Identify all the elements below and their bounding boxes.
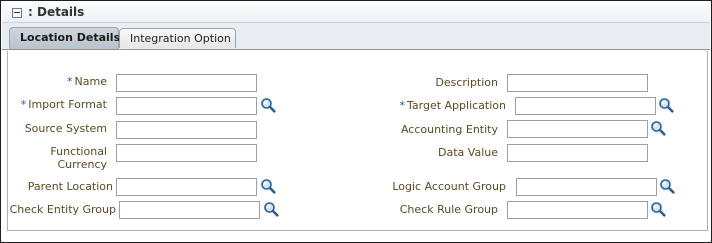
target-application-label: * Target Application — [399, 99, 507, 112]
tab-location-details[interactable]: Location Details — [9, 27, 120, 49]
check-entity-group-label: Check Entity Group — [9, 203, 116, 216]
location-details-form: * Name * Import Format Source System Funct… — [7, 51, 708, 231]
panel-title: : Details — [28, 5, 85, 19]
target-application-input[interactable] — [515, 97, 656, 115]
details-panel: : Details Location Details Integration O… — [0, 0, 712, 243]
description-label: Description — [435, 76, 498, 89]
parent-location-label: Parent Location — [27, 180, 113, 193]
minus-box-icon[interactable] — [12, 8, 22, 18]
import-format-label: * Import Format — [20, 98, 107, 111]
search-icon[interactable] — [650, 201, 666, 217]
name-label: * Name — [67, 75, 107, 88]
accounting-entity-input[interactable] — [507, 120, 648, 138]
source-system-label: Source System — [24, 122, 107, 135]
required-asterisk: * — [20, 98, 27, 111]
search-icon[interactable] — [658, 97, 674, 113]
tab-integration-option[interactable]: Integration Option — [119, 28, 236, 48]
search-icon[interactable] — [263, 201, 279, 217]
search-icon[interactable] — [659, 178, 675, 194]
check-rule-group-input[interactable] — [507, 201, 648, 219]
tab-bar: Location Details Integration Option — [2, 23, 710, 50]
check-rule-group-label: Check Rule Group — [399, 203, 498, 216]
parent-location-input[interactable] — [116, 178, 257, 196]
name-input[interactable] — [116, 74, 257, 92]
required-asterisk: * — [399, 99, 406, 112]
panel-header: : Details — [2, 2, 710, 23]
description-input[interactable] — [507, 74, 648, 92]
accounting-entity-label: Accounting Entity — [400, 123, 498, 136]
logic-account-group-label: Logic Account Group — [392, 180, 506, 193]
functional-currency-label: Functional Currency — [50, 145, 107, 171]
data-value-label: Data Value — [438, 146, 498, 159]
data-value-input[interactable] — [507, 144, 648, 162]
search-icon[interactable] — [260, 97, 276, 113]
check-entity-group-input[interactable] — [119, 201, 260, 219]
functional-currency-input[interactable] — [116, 144, 257, 162]
import-format-input[interactable] — [116, 97, 257, 115]
required-asterisk: * — [67, 75, 73, 88]
source-system-input[interactable] — [116, 121, 257, 139]
search-icon[interactable] — [650, 120, 666, 136]
search-icon[interactable] — [260, 178, 276, 194]
logic-account-group-input[interactable] — [516, 178, 657, 196]
